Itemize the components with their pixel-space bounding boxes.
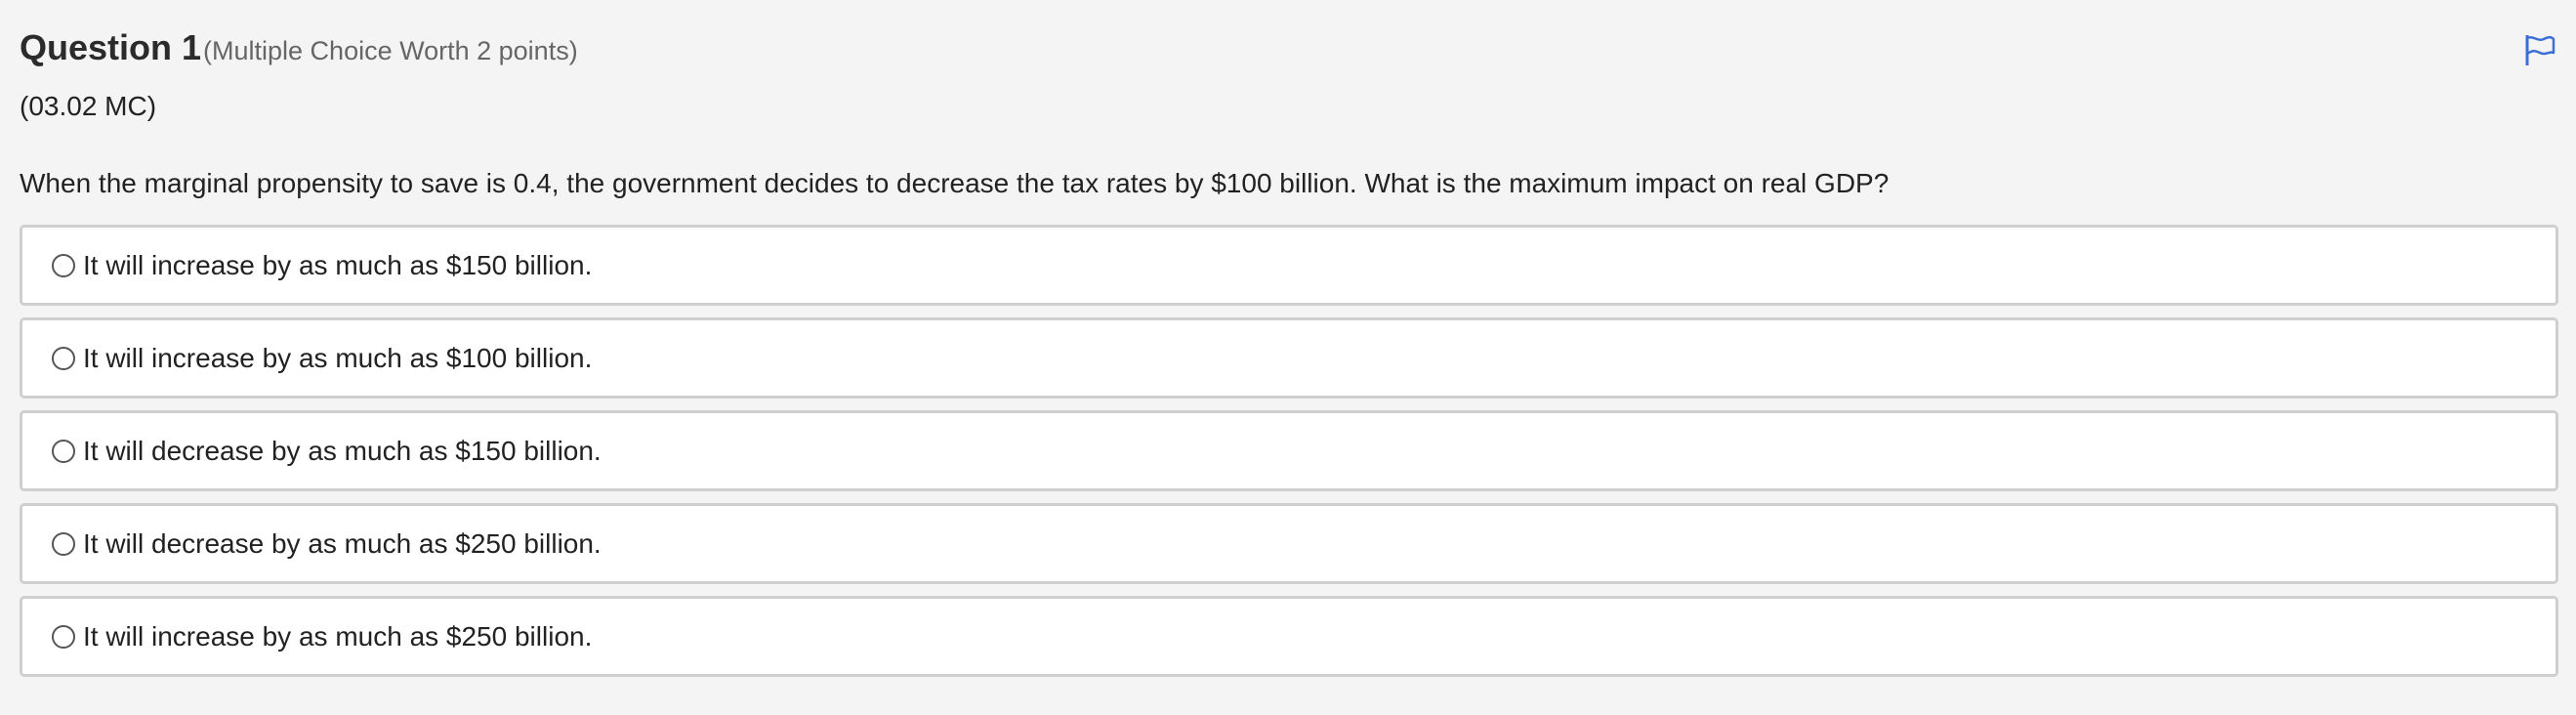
radio-button[interactable] [52,440,75,463]
radio-button[interactable] [52,625,75,649]
answer-option-label: It will decrease by as much as $250 bill… [83,528,602,559]
answer-option-label: It will increase by as much as $250 bill… [83,621,593,652]
answer-option-label: It will decrease by as much as $150 bill… [83,436,602,466]
flag-icon [2525,35,2555,65]
question-prompt: When the marginal propensity to save is … [20,168,1890,198]
question-container: Question 1(Multiple Choice Worth 2 point… [0,0,2576,715]
answer-option-4[interactable]: It will decrease by as much as $250 bill… [20,503,2558,584]
answer-option-label: It will increase by as much as $150 bill… [83,250,593,280]
question-code: (03.02 MC) [20,91,157,121]
flag-button[interactable] [2523,33,2556,66]
question-title: Question 1 [20,27,202,67]
answer-option-5[interactable]: It will increase by as much as $250 bill… [20,596,2558,677]
radio-button[interactable] [52,532,75,556]
answer-option-1[interactable]: It will increase by as much as $150 bill… [20,225,2558,306]
radio-button[interactable] [52,347,75,370]
question-header: Question 1(Multiple Choice Worth 2 point… [20,27,578,68]
answer-options: It will increase by as much as $150 bill… [20,225,2558,689]
answer-option-2[interactable]: It will increase by as much as $100 bill… [20,317,2558,399]
answer-option-3[interactable]: It will decrease by as much as $150 bill… [20,410,2558,491]
radio-button[interactable] [52,254,75,277]
question-meta: (Multiple Choice Worth 2 points) [203,36,578,65]
answer-option-label: It will increase by as much as $100 bill… [83,343,593,373]
